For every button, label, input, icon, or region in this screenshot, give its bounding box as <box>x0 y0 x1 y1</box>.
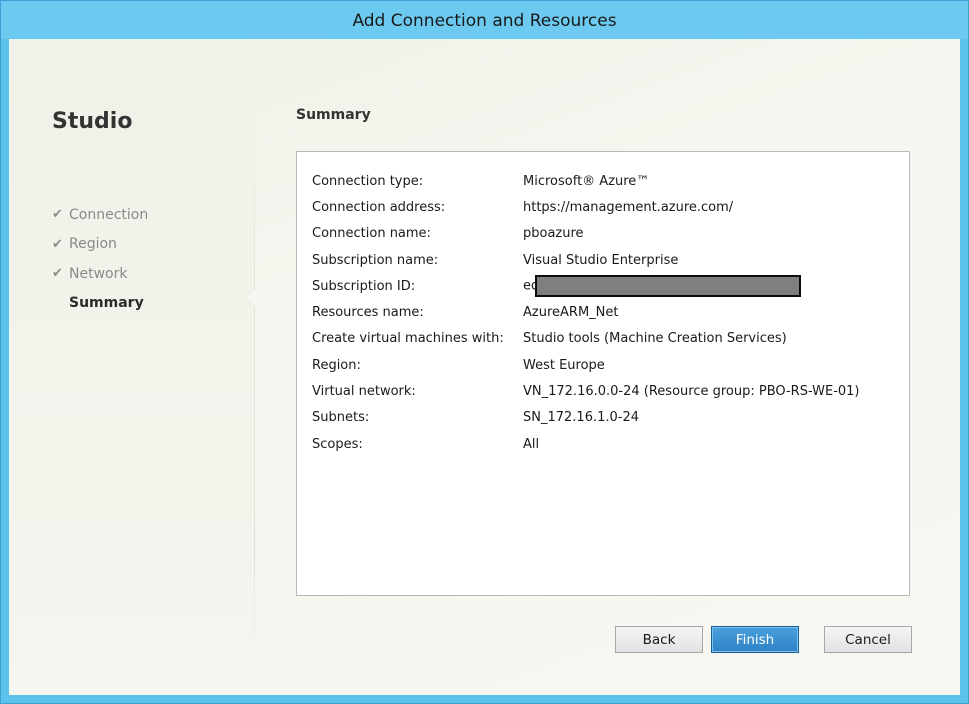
studio-brand: Studio <box>52 109 133 134</box>
step-network[interactable]: ✔ Network <box>52 259 148 289</box>
row-label: Subscription name: <box>312 252 439 268</box>
row-label: Subscription ID: <box>312 278 416 294</box>
row-value: SN_172.16.1.0-24 <box>523 410 640 426</box>
check-icon: ✔ <box>52 236 63 252</box>
row-value: https://management.azure.com/ <box>523 199 734 215</box>
step-region[interactable]: ✔ Region <box>52 230 148 260</box>
row-value: ed <box>523 275 802 298</box>
summary-row-subscription-id: Subscription ID: ed <box>312 273 860 299</box>
summary-row-resources-name: Resources name: AzureARM_Net <box>312 299 860 325</box>
summary-row-create-vms-with: Create virtual machines with: Studio too… <box>312 326 860 352</box>
row-label: Connection address: <box>312 199 446 215</box>
back-button[interactable]: Back <box>615 626 703 653</box>
row-value: pboazure <box>523 226 584 242</box>
cancel-button[interactable]: Cancel <box>824 626 912 653</box>
current-step-pointer <box>247 289 256 307</box>
step-label: Summary <box>69 295 144 312</box>
row-value: Visual Studio Enterprise <box>523 252 679 268</box>
row-value: VN_172.16.0.0-24 (Resource group: PBO-RS… <box>523 384 860 400</box>
row-label: Region: <box>312 357 361 373</box>
row-label: Virtual network: <box>312 384 416 400</box>
check-icon: ✔ <box>52 266 63 282</box>
step-label: Connection <box>69 206 149 223</box>
wizard-client-area: Studio ✔ Connection ✔ Region ✔ Network S… <box>9 39 960 695</box>
summary-row-connection-name: Connection name: pboazure <box>312 221 860 247</box>
row-label: Create virtual machines with: <box>312 331 504 347</box>
summary-row-subnets: Subnets: SN_172.16.1.0-24 <box>312 405 860 431</box>
window-title: Add Connection and Resources <box>1 1 968 39</box>
summary-row-virtual-network: Virtual network: VN_172.16.0.0-24 (Resou… <box>312 378 860 404</box>
summary-row-subscription-name: Subscription name: Visual Studio Enterpr… <box>312 247 860 273</box>
sidebar-divider <box>254 109 255 669</box>
row-label: Resources name: <box>312 305 424 321</box>
step-label: Network <box>69 265 128 282</box>
row-value: All <box>523 436 540 452</box>
page-title: Summary <box>296 107 371 123</box>
finish-button[interactable]: Finish <box>711 626 799 653</box>
row-label: Connection type: <box>312 173 424 189</box>
row-label: Connection name: <box>312 226 431 242</box>
row-value: Studio tools (Machine Creation Services) <box>523 331 787 347</box>
summary-row-connection-type: Connection type: Microsoft® Azure™ <box>312 168 860 194</box>
row-label: Subnets: <box>312 410 370 426</box>
row-label: Scopes: <box>312 436 363 452</box>
wizard-window: Add Connection and Resources Studio ✔ Co… <box>0 0 969 704</box>
step-label: Region <box>69 236 117 253</box>
row-value: Microsoft® Azure™ <box>523 173 650 189</box>
summary-list: Connection type: Microsoft® Azure™ Conne… <box>312 168 860 457</box>
summary-row-scopes: Scopes: All <box>312 431 860 457</box>
wizard-steps: ✔ Connection ✔ Region ✔ Network Summary <box>52 200 148 318</box>
check-icon: ✔ <box>52 207 63 223</box>
summary-row-region: Region: West Europe <box>312 352 860 378</box>
redaction-bar <box>535 275 802 298</box>
step-connection[interactable]: ✔ Connection <box>52 200 148 230</box>
step-summary: Summary <box>52 289 148 319</box>
wizard-sidebar: Studio ✔ Connection ✔ Region ✔ Network S… <box>9 39 254 667</box>
row-value: AzureARM_Net <box>523 305 619 321</box>
row-value: West Europe <box>523 357 605 373</box>
summary-panel: Connection type: Microsoft® Azure™ Conne… <box>296 151 910 596</box>
summary-row-connection-address: Connection address: https://management.a… <box>312 194 860 220</box>
